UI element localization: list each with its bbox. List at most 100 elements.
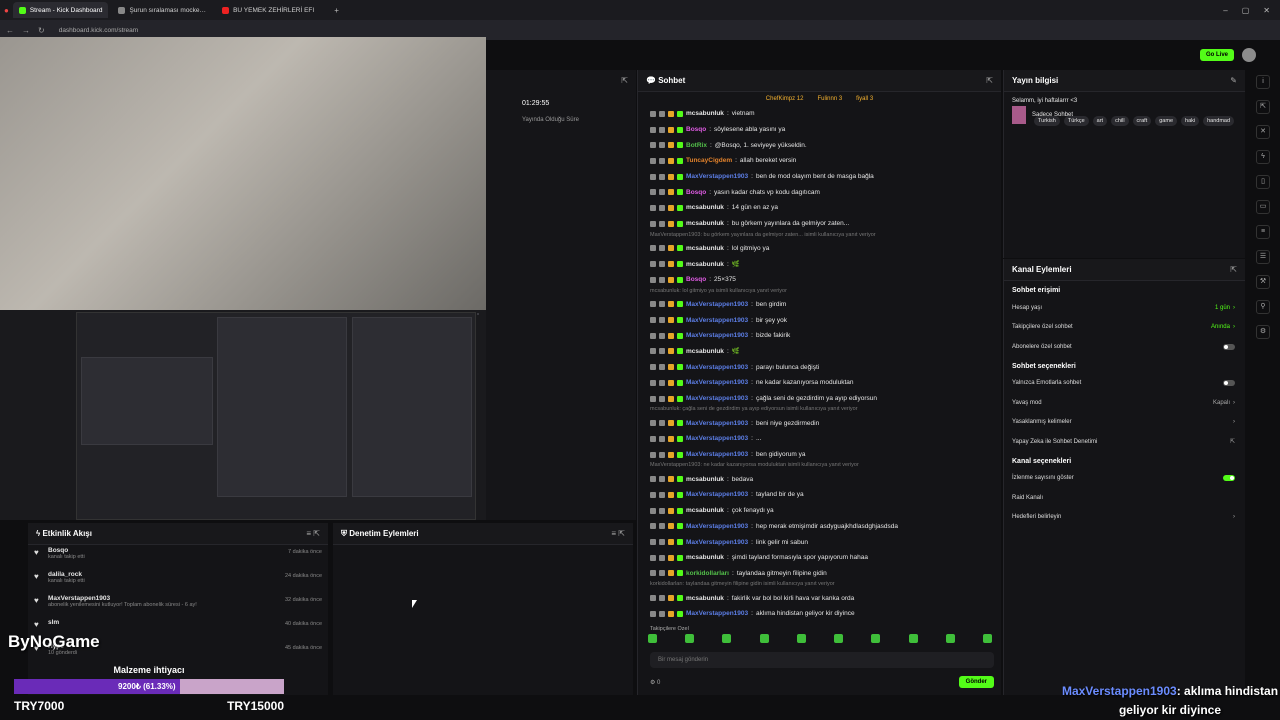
pin-message-icon[interactable]: [650, 189, 656, 196]
stream-tag[interactable]: haki: [1181, 116, 1200, 126]
delete-message-icon[interactable]: [659, 142, 665, 149]
chat-input[interactable]: Bir mesaj gönderin: [650, 652, 994, 668]
pin-message-icon[interactable]: [650, 570, 656, 577]
emote-icon[interactable]: [796, 634, 806, 643]
chat-message[interactable]: MaxVerstappen1903: aklıma hindistan geliy…: [638, 606, 1001, 622]
pin-message-icon[interactable]: [650, 332, 656, 339]
minimize-icon[interactable]: –: [1223, 6, 1227, 15]
tab-second[interactable]: Şurun sıralaması mocke…: [112, 2, 212, 18]
chat-message[interactable]: MaxVerstappen1903: parayı bulunca değişti: [638, 359, 1001, 375]
pin-message-icon[interactable]: [650, 173, 656, 180]
delete-message-icon[interactable]: [659, 348, 665, 355]
emote-icon[interactable]: [908, 634, 918, 643]
chat-message[interactable]: MaxVerstappen1903: ben girdim: [638, 297, 1001, 313]
delete-message-icon[interactable]: [659, 539, 665, 546]
stream-tag[interactable]: craft: [1132, 116, 1152, 126]
delete-message-icon[interactable]: [659, 189, 665, 196]
chat-message[interactable]: MaxVerstappen1903: tayland bir de ya: [638, 487, 1001, 503]
phone-icon[interactable]: ▯: [1256, 175, 1270, 189]
popout-icon[interactable]: ⇱: [986, 76, 993, 85]
stream-tag[interactable]: art: [1092, 116, 1108, 126]
pin-message-icon[interactable]: [650, 395, 656, 402]
chat-username[interactable]: MaxVerstappen1903: [686, 173, 748, 180]
chat-message[interactable]: MaxVerstappen1903: çağla seni de gezdirdi…: [638, 391, 1001, 407]
delete-message-icon[interactable]: [659, 435, 665, 442]
delete-message-icon[interactable]: [659, 451, 665, 458]
pin-message-icon[interactable]: [650, 204, 656, 211]
pin-message-icon[interactable]: [650, 126, 656, 133]
chat-message[interactable]: MaxVerstappen1903: hep merak etmişimdir a…: [638, 519, 1001, 535]
delete-message-icon[interactable]: [659, 395, 665, 402]
forward-icon[interactable]: →: [22, 26, 30, 35]
delete-message-icon[interactable]: [659, 379, 665, 386]
chat-message[interactable]: MaxVerstappen1903: beni niye gezdirmedin: [638, 415, 1001, 431]
delete-message-icon[interactable]: [659, 245, 665, 252]
pin-message-icon[interactable]: [650, 142, 656, 149]
chat-message[interactable]: mcsabunluk: lol gitmiyo ya: [638, 241, 1001, 257]
emote-icon[interactable]: [685, 634, 695, 643]
pin-message-icon[interactable]: [650, 317, 656, 324]
chat-username[interactable]: mcsabunluk: [686, 220, 724, 227]
stats-icon[interactable]: ≡: [1256, 225, 1270, 239]
chat-username[interactable]: mcsabunluk: [686, 348, 724, 355]
avatar[interactable]: [1242, 48, 1256, 62]
delete-message-icon[interactable]: [659, 491, 665, 498]
delete-message-icon[interactable]: [659, 570, 665, 577]
delete-message-icon[interactable]: [659, 420, 665, 427]
list-icon[interactable]: ☰: [1256, 250, 1270, 264]
popout-icon[interactable]: ⇱: [1256, 100, 1270, 114]
emote-icon[interactable]: [722, 634, 732, 643]
pin-message-icon[interactable]: [650, 348, 656, 355]
bolt-icon[interactable]: ϟ: [1256, 150, 1270, 164]
delete-message-icon[interactable]: [659, 523, 665, 530]
emote-icon[interactable]: [834, 634, 844, 643]
emote-icon[interactable]: [759, 634, 769, 643]
row-set-goals[interactable]: Hedefleri belirleyin ›: [1004, 508, 1245, 528]
stream-tag[interactable]: Turkish: [1034, 116, 1060, 126]
pin-message-icon[interactable]: [650, 301, 656, 308]
pin-message-icon[interactable]: [650, 610, 656, 617]
back-icon[interactable]: ←: [6, 26, 14, 35]
chat-message[interactable]: mcsabunluk: 🌿: [638, 256, 1001, 272]
chat-username[interactable]: Bosqo: [686, 189, 706, 196]
chat-message[interactable]: MaxVerstappen1903: ne kadar kazanıyorsa m…: [638, 375, 1001, 391]
delete-message-icon[interactable]: [659, 507, 665, 514]
row-slow-mode[interactable]: Yavaş mod Kapalı ›: [1004, 393, 1245, 413]
pin-message-icon[interactable]: [650, 364, 656, 371]
chat-username[interactable]: Bosqo: [686, 276, 706, 283]
delete-message-icon[interactable]: [659, 610, 665, 617]
chat-message[interactable]: MaxVerstappen1903: ben de mod olayım bent…: [638, 169, 1001, 185]
delete-message-icon[interactable]: [659, 364, 665, 371]
chat-message[interactable]: mcsabunluk: bedava: [638, 471, 1001, 487]
pin-message-icon[interactable]: [650, 451, 656, 458]
chat-message[interactable]: MaxVerstappen1903: ben gidiyorum ya: [638, 447, 1001, 463]
close-icon[interactable]: ✕: [1256, 125, 1270, 139]
emote-only-toggle[interactable]: [1223, 380, 1235, 387]
pin-icon[interactable]: ⚲: [1256, 300, 1270, 314]
pin-message-icon[interactable]: [650, 476, 656, 483]
delete-message-icon[interactable]: [659, 110, 665, 117]
chat-message[interactable]: mcsabunluk:14 gün en az ya: [638, 200, 1001, 216]
row-account-age[interactable]: Hesap yaşı 1 gün ›: [1004, 298, 1245, 318]
chat-username[interactable]: MaxVerstappen1903: [686, 491, 748, 498]
close-icon[interactable]: ✕: [1263, 6, 1270, 15]
emote-icon[interactable]: [871, 634, 881, 643]
chat-username[interactable]: MaxVerstappen1903: [686, 610, 748, 617]
stream-tag[interactable]: Türkçe: [1063, 116, 1089, 126]
chat-username[interactable]: MaxVerstappen1903: [686, 301, 748, 308]
chat-username[interactable]: MaxVerstappen1903: [686, 420, 748, 427]
settings-icon[interactable]: ⚙: [1256, 325, 1270, 339]
close-window-icon[interactable]: ●: [4, 6, 9, 15]
chat-icon[interactable]: ▭: [1256, 200, 1270, 214]
pin-message-icon[interactable]: [650, 523, 656, 530]
chat-username[interactable]: mcsabunluk: [686, 204, 724, 211]
delete-message-icon[interactable]: [659, 261, 665, 268]
settings-icon[interactable]: ⚙: [650, 680, 657, 686]
chat-username[interactable]: MaxVerstappen1903: [686, 451, 748, 458]
go-live-button[interactable]: Go Live: [1199, 49, 1234, 61]
chat-message[interactable]: MaxVerstappen1903: bizde fakirik: [638, 328, 1001, 344]
pinned-gifter[interactable]: ChefKimpz 12: [766, 96, 804, 102]
emote-icon[interactable]: [648, 634, 657, 643]
delete-message-icon[interactable]: [659, 276, 665, 283]
chat-username[interactable]: mcsabunluk: [686, 595, 724, 602]
